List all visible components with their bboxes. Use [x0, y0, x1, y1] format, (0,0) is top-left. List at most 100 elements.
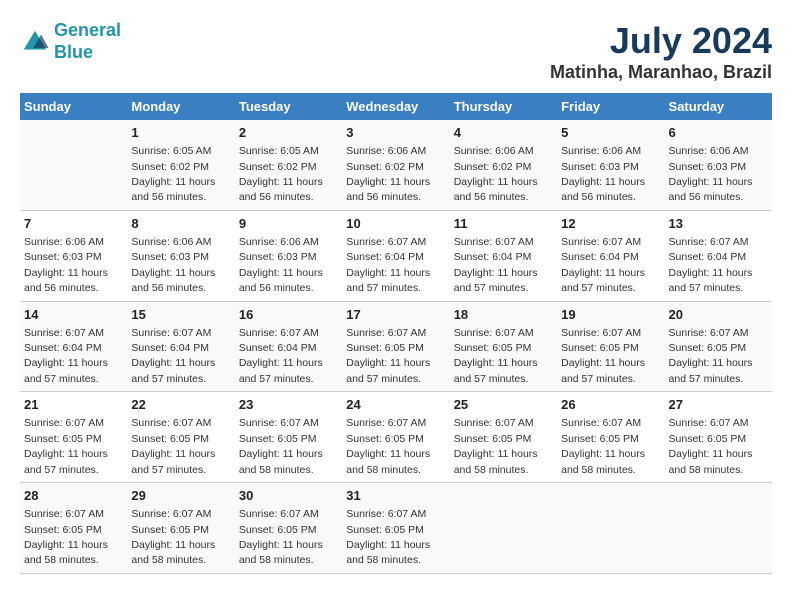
calendar-cell: 3 Sunrise: 6:06 AMSunset: 6:02 PMDayligh… [342, 120, 449, 210]
page-subtitle: Matinha, Maranhao, Brazil [550, 62, 772, 83]
day-number: 29 [131, 487, 230, 505]
calendar-cell: 16 Sunrise: 6:07 AMSunset: 6:04 PMDaylig… [235, 301, 342, 392]
calendar-cell: 19 Sunrise: 6:07 AMSunset: 6:05 PMDaylig… [557, 301, 664, 392]
day-info: Sunrise: 6:06 AMSunset: 6:02 PMDaylight:… [454, 145, 538, 203]
calendar-cell: 25 Sunrise: 6:07 AMSunset: 6:05 PMDaylig… [450, 392, 557, 483]
day-info: Sunrise: 6:07 AMSunset: 6:04 PMDaylight:… [24, 327, 108, 385]
page-header: General Blue July 2024 Matinha, Maranhao… [20, 20, 772, 83]
day-info: Sunrise: 6:06 AMSunset: 6:03 PMDaylight:… [669, 145, 753, 203]
logo: General Blue [20, 20, 121, 63]
day-info: Sunrise: 6:07 AMSunset: 6:05 PMDaylight:… [669, 327, 753, 385]
day-info: Sunrise: 6:06 AMSunset: 6:03 PMDaylight:… [239, 236, 323, 294]
calendar-cell: 10 Sunrise: 6:07 AMSunset: 6:04 PMDaylig… [342, 210, 449, 301]
calendar-cell: 8 Sunrise: 6:06 AMSunset: 6:03 PMDayligh… [127, 210, 234, 301]
day-info: Sunrise: 6:07 AMSunset: 6:05 PMDaylight:… [561, 417, 645, 475]
day-info: Sunrise: 6:07 AMSunset: 6:04 PMDaylight:… [669, 236, 753, 294]
day-number: 13 [669, 215, 768, 233]
day-info: Sunrise: 6:07 AMSunset: 6:05 PMDaylight:… [669, 417, 753, 475]
calendar-cell: 12 Sunrise: 6:07 AMSunset: 6:04 PMDaylig… [557, 210, 664, 301]
calendar-week-row: 21 Sunrise: 6:07 AMSunset: 6:05 PMDaylig… [20, 392, 772, 483]
calendar-cell: 7 Sunrise: 6:06 AMSunset: 6:03 PMDayligh… [20, 210, 127, 301]
day-number: 30 [239, 487, 338, 505]
day-info: Sunrise: 6:05 AMSunset: 6:02 PMDaylight:… [131, 145, 215, 203]
day-info: Sunrise: 6:07 AMSunset: 6:05 PMDaylight:… [454, 327, 538, 385]
day-number: 15 [131, 306, 230, 324]
calendar-week-row: 1 Sunrise: 6:05 AMSunset: 6:02 PMDayligh… [20, 120, 772, 210]
calendar-cell: 18 Sunrise: 6:07 AMSunset: 6:05 PMDaylig… [450, 301, 557, 392]
day-info: Sunrise: 6:07 AMSunset: 6:05 PMDaylight:… [346, 508, 430, 566]
day-info: Sunrise: 6:07 AMSunset: 6:05 PMDaylight:… [346, 417, 430, 475]
calendar-cell: 4 Sunrise: 6:06 AMSunset: 6:02 PMDayligh… [450, 120, 557, 210]
day-info: Sunrise: 6:05 AMSunset: 6:02 PMDaylight:… [239, 145, 323, 203]
calendar-cell [557, 483, 664, 574]
day-number: 27 [669, 396, 768, 414]
day-number: 31 [346, 487, 445, 505]
calendar-cell: 9 Sunrise: 6:06 AMSunset: 6:03 PMDayligh… [235, 210, 342, 301]
day-number: 20 [669, 306, 768, 324]
logo-icon [20, 27, 50, 57]
day-number: 5 [561, 124, 660, 142]
day-number: 14 [24, 306, 123, 324]
day-info: Sunrise: 6:07 AMSunset: 6:05 PMDaylight:… [561, 327, 645, 385]
calendar-week-row: 28 Sunrise: 6:07 AMSunset: 6:05 PMDaylig… [20, 483, 772, 574]
calendar-cell: 5 Sunrise: 6:06 AMSunset: 6:03 PMDayligh… [557, 120, 664, 210]
calendar-cell: 27 Sunrise: 6:07 AMSunset: 6:05 PMDaylig… [665, 392, 772, 483]
calendar-cell [20, 120, 127, 210]
calendar-cell: 20 Sunrise: 6:07 AMSunset: 6:05 PMDaylig… [665, 301, 772, 392]
day-number: 3 [346, 124, 445, 142]
day-info: Sunrise: 6:07 AMSunset: 6:05 PMDaylight:… [239, 417, 323, 475]
day-number: 22 [131, 396, 230, 414]
day-number: 25 [454, 396, 553, 414]
day-number: 4 [454, 124, 553, 142]
day-number: 7 [24, 215, 123, 233]
calendar-cell: 13 Sunrise: 6:07 AMSunset: 6:04 PMDaylig… [665, 210, 772, 301]
calendar-cell: 11 Sunrise: 6:07 AMSunset: 6:04 PMDaylig… [450, 210, 557, 301]
day-info: Sunrise: 6:06 AMSunset: 6:03 PMDaylight:… [24, 236, 108, 294]
col-header-tuesday: Tuesday [235, 93, 342, 120]
col-header-saturday: Saturday [665, 93, 772, 120]
calendar-cell: 31 Sunrise: 6:07 AMSunset: 6:05 PMDaylig… [342, 483, 449, 574]
calendar-cell [665, 483, 772, 574]
calendar-cell: 23 Sunrise: 6:07 AMSunset: 6:05 PMDaylig… [235, 392, 342, 483]
calendar-cell: 24 Sunrise: 6:07 AMSunset: 6:05 PMDaylig… [342, 392, 449, 483]
calendar-week-row: 7 Sunrise: 6:06 AMSunset: 6:03 PMDayligh… [20, 210, 772, 301]
calendar-cell: 17 Sunrise: 6:07 AMSunset: 6:05 PMDaylig… [342, 301, 449, 392]
calendar-header-row: SundayMondayTuesdayWednesdayThursdayFrid… [20, 93, 772, 120]
calendar-cell: 15 Sunrise: 6:07 AMSunset: 6:04 PMDaylig… [127, 301, 234, 392]
day-number: 21 [24, 396, 123, 414]
day-number: 18 [454, 306, 553, 324]
day-number: 26 [561, 396, 660, 414]
page-title: July 2024 [550, 20, 772, 62]
calendar-cell: 22 Sunrise: 6:07 AMSunset: 6:05 PMDaylig… [127, 392, 234, 483]
logo-line2: Blue [54, 42, 93, 62]
calendar-cell: 2 Sunrise: 6:05 AMSunset: 6:02 PMDayligh… [235, 120, 342, 210]
day-number: 8 [131, 215, 230, 233]
day-info: Sunrise: 6:07 AMSunset: 6:05 PMDaylight:… [131, 417, 215, 475]
logo-text: General Blue [54, 20, 121, 63]
calendar-cell [450, 483, 557, 574]
day-info: Sunrise: 6:06 AMSunset: 6:03 PMDaylight:… [131, 236, 215, 294]
day-number: 10 [346, 215, 445, 233]
calendar-cell: 6 Sunrise: 6:06 AMSunset: 6:03 PMDayligh… [665, 120, 772, 210]
day-info: Sunrise: 6:06 AMSunset: 6:03 PMDaylight:… [561, 145, 645, 203]
col-header-thursday: Thursday [450, 93, 557, 120]
calendar-table: SundayMondayTuesdayWednesdayThursdayFrid… [20, 93, 772, 574]
day-number: 17 [346, 306, 445, 324]
day-number: 2 [239, 124, 338, 142]
day-info: Sunrise: 6:07 AMSunset: 6:05 PMDaylight:… [24, 508, 108, 566]
calendar-cell: 28 Sunrise: 6:07 AMSunset: 6:05 PMDaylig… [20, 483, 127, 574]
day-number: 28 [24, 487, 123, 505]
calendar-cell: 26 Sunrise: 6:07 AMSunset: 6:05 PMDaylig… [557, 392, 664, 483]
calendar-cell: 1 Sunrise: 6:05 AMSunset: 6:02 PMDayligh… [127, 120, 234, 210]
day-info: Sunrise: 6:07 AMSunset: 6:04 PMDaylight:… [239, 327, 323, 385]
day-info: Sunrise: 6:07 AMSunset: 6:05 PMDaylight:… [131, 508, 215, 566]
calendar-cell: 14 Sunrise: 6:07 AMSunset: 6:04 PMDaylig… [20, 301, 127, 392]
day-number: 19 [561, 306, 660, 324]
title-area: July 2024 Matinha, Maranhao, Brazil [550, 20, 772, 83]
day-info: Sunrise: 6:07 AMSunset: 6:05 PMDaylight:… [239, 508, 323, 566]
day-info: Sunrise: 6:07 AMSunset: 6:05 PMDaylight:… [346, 327, 430, 385]
calendar-cell: 29 Sunrise: 6:07 AMSunset: 6:05 PMDaylig… [127, 483, 234, 574]
col-header-sunday: Sunday [20, 93, 127, 120]
day-info: Sunrise: 6:07 AMSunset: 6:05 PMDaylight:… [24, 417, 108, 475]
col-header-friday: Friday [557, 93, 664, 120]
